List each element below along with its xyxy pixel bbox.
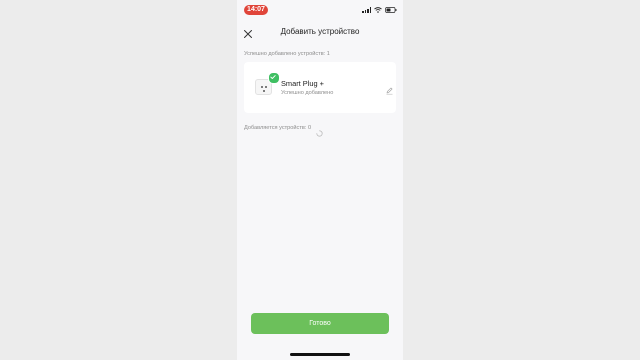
system-icons <box>362 6 397 14</box>
battery-icon <box>385 7 397 13</box>
device-card[interactable]: Smart Plug + Успешно добавлено <box>244 62 396 113</box>
done-button[interactable]: Готово <box>251 313 389 334</box>
home-indicator[interactable] <box>290 353 350 356</box>
signal-icon <box>362 7 371 13</box>
page-title: Добавить устройство <box>280 27 360 36</box>
check-icon <box>268 72 280 84</box>
device-name: Smart Plug + <box>281 79 324 88</box>
success-count-label: Успешно добавлено устройств: 1 <box>244 51 330 57</box>
phone-screen: 14:07 Добавить устройство Успешно добавл… <box>237 0 403 360</box>
nav-bar: Добавить устройство <box>237 22 403 42</box>
wifi-icon <box>374 7 382 13</box>
edit-icon[interactable] <box>385 82 394 95</box>
spinner-icon <box>316 124 323 137</box>
status-time: 14:07 <box>244 5 268 15</box>
pending-count-label: Добавляется устройств: 0 <box>244 125 312 131</box>
status-bar: 14:07 <box>237 0 403 20</box>
device-status: Успешно добавлено <box>281 90 334 96</box>
